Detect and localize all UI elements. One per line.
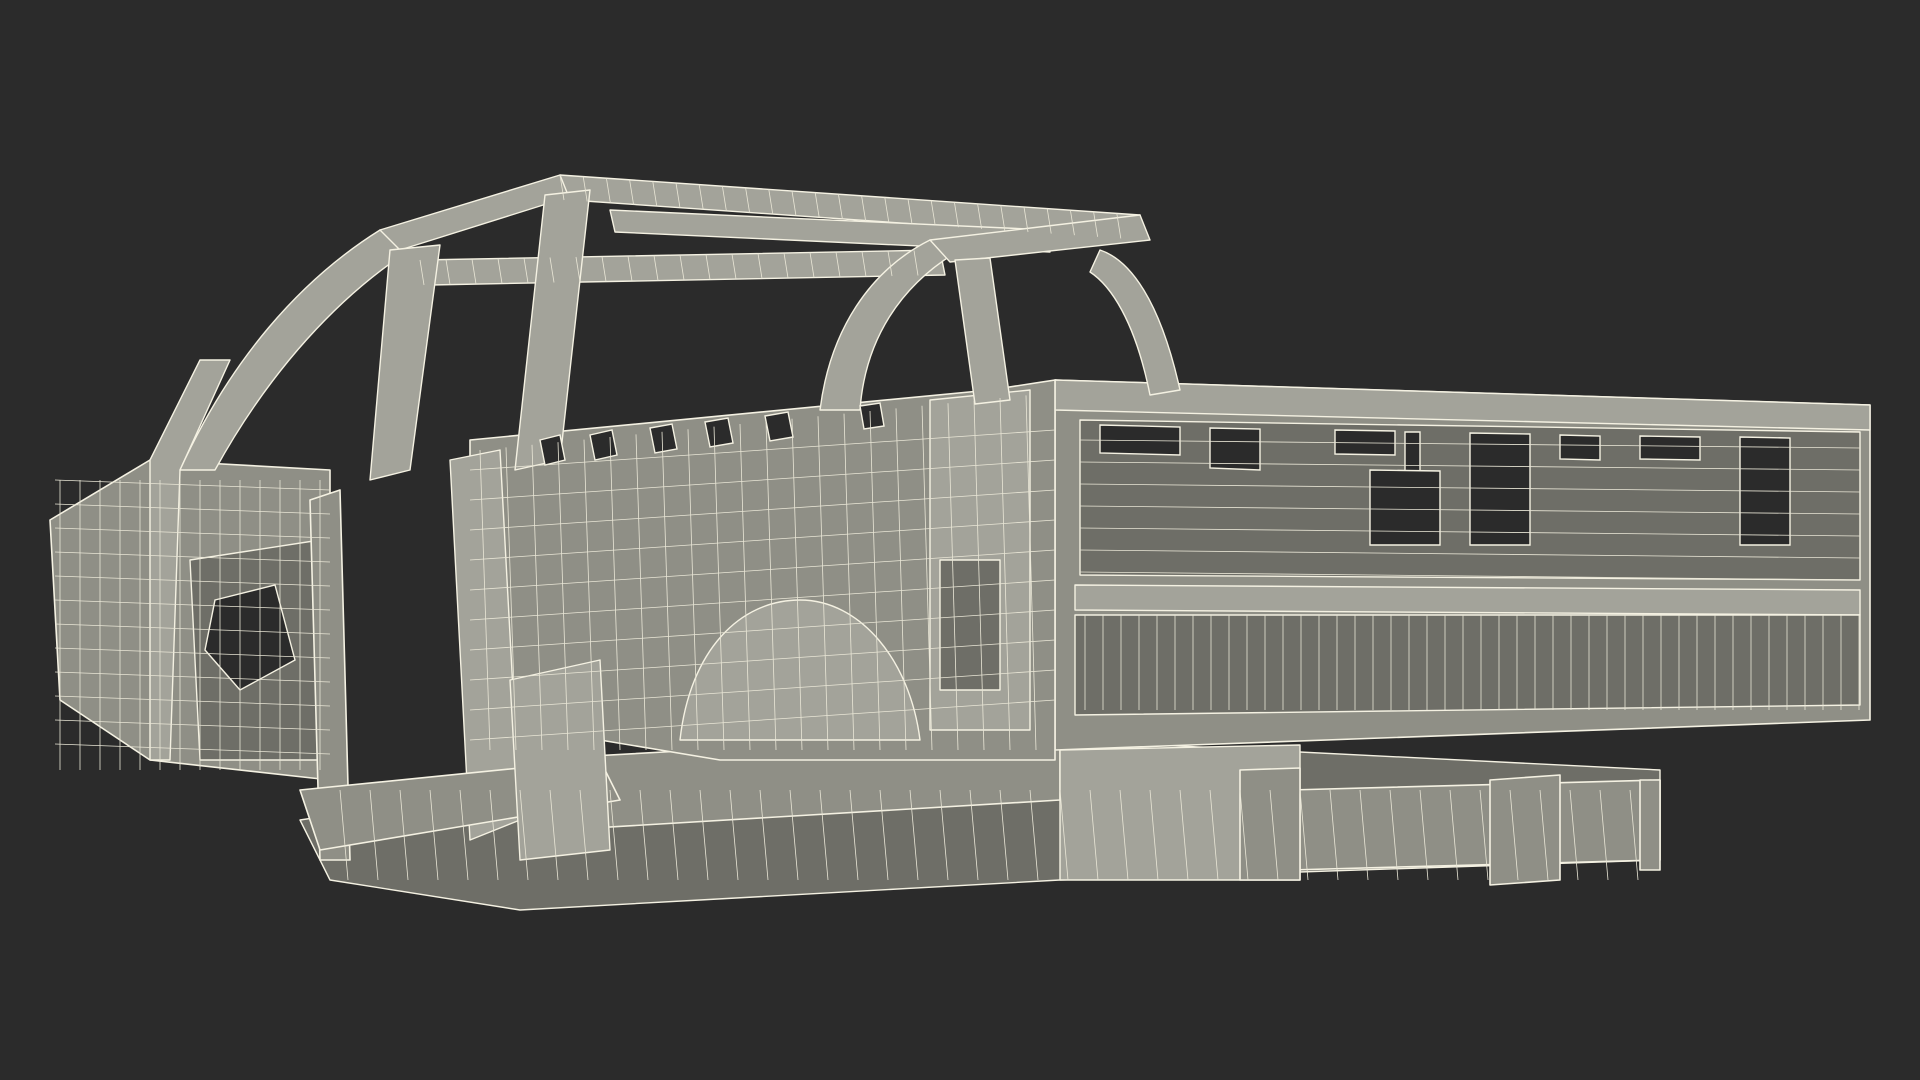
render-viewport [0, 0, 1920, 1080]
truck-frame-wireframe-render [49, 174, 1871, 911]
